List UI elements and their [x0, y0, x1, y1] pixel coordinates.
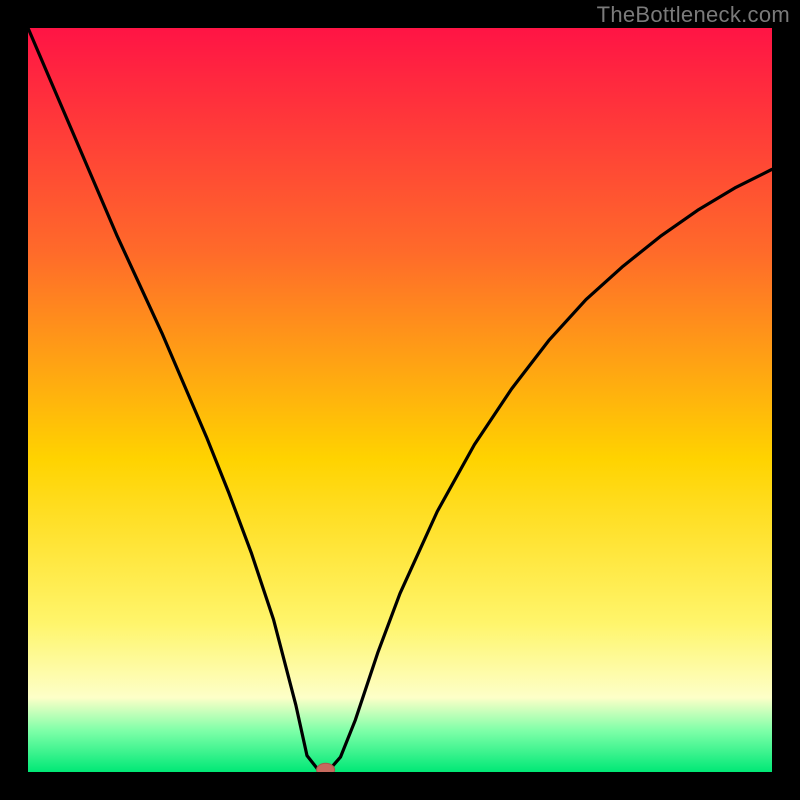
watermark-text: TheBottleneck.com: [597, 2, 790, 28]
gradient-background: [28, 28, 772, 772]
plot-area: [28, 28, 772, 772]
chart-frame: TheBottleneck.com: [0, 0, 800, 800]
optimal-marker: [317, 763, 335, 772]
chart-svg: [28, 28, 772, 772]
